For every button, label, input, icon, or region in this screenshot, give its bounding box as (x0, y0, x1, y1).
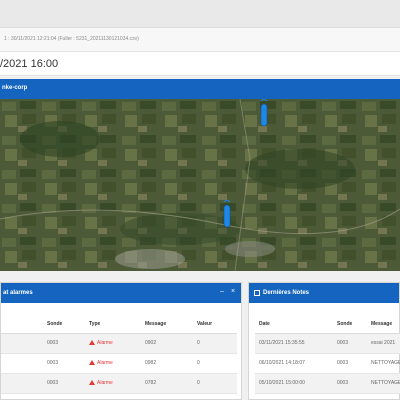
column-header-blank (1, 315, 43, 334)
notes-table: Date Sonde Message 03/11/2021 15:35:55 0… (255, 315, 400, 394)
satellite-map[interactable] (0, 99, 400, 271)
column-header: Sonde (43, 315, 85, 334)
sonde-cell: 0003 (333, 353, 367, 374)
message-cell: 0982 (141, 353, 193, 374)
close-icon[interactable]: × (231, 288, 235, 296)
top-bar (0, 0, 400, 28)
table-row[interactable]: 0003 Alarme 0902 0 (1, 333, 237, 354)
map-terrain (0, 99, 400, 271)
current-datetime: /2021 16:00 (0, 58, 59, 70)
warning-icon (89, 340, 95, 345)
column-header: Sonde (333, 315, 367, 334)
type-cell: Alarme (85, 353, 141, 374)
info-bar: 1 : 30/11/2021 12:21:04 (Fuller : 5231_2… (0, 28, 400, 52)
map-panel-title: nke-corp (2, 85, 28, 91)
message-cell: 0782 (141, 373, 193, 394)
warning-icon (89, 380, 95, 385)
type-cell: Alarme (85, 373, 141, 394)
valeur-cell: 0 (193, 333, 237, 354)
date-cell: 03/11/2021 15:35:55 (255, 333, 333, 354)
column-header: Valeur (193, 315, 237, 334)
notes-panel-title: Dernières Notes (263, 290, 310, 296)
alarms-table: Sonde Type Message Valeur 0003 Alarme 09… (1, 315, 237, 394)
message-cell: NETTOYAGE (367, 353, 400, 374)
date-bar: /2021 16:00 (0, 52, 400, 76)
notes-icon (254, 290, 260, 296)
column-header: Message (367, 315, 400, 334)
table-row[interactable]: 03/11/2021 15:35:55 0003 essai 2021 (255, 333, 400, 354)
minimize-icon[interactable]: – (220, 288, 224, 296)
message-cell: 0902 (141, 333, 193, 354)
table-row[interactable]: 06/10/2021 14:18:07 0003 NETTOYAGE (255, 353, 400, 374)
sonde-cell: 0003 (333, 333, 367, 354)
valeur-cell: 0 (193, 353, 237, 374)
table-row[interactable]: 0003 Alarme 0782 0 (1, 373, 237, 394)
table-row[interactable]: 0003 Alarme 0982 0 (1, 353, 237, 374)
column-header: Date (255, 315, 333, 334)
valeur-cell: 0 (193, 373, 237, 394)
notes-panel: Dernières Notes Date Sonde Message 03/11… (248, 282, 400, 400)
date-cell: 06/10/2021 14:18:07 (255, 353, 333, 374)
sonde-cell: 0003 (43, 353, 85, 374)
sonde-cell: 0003 (43, 373, 85, 394)
table-row[interactable]: 05/10/2021 15:00:00 0003 NETTOYAGE (255, 373, 400, 394)
sonde-cell: 0003 (333, 373, 367, 394)
type-cell: Alarme (85, 333, 141, 354)
column-header: Message (141, 315, 193, 334)
message-cell: NETTOYAGE (367, 373, 400, 394)
sensor-marker-south[interactable] (222, 200, 232, 228)
message-cell: essai 2021 (367, 333, 400, 354)
date-cell: 05/10/2021 15:00:00 (255, 373, 333, 394)
import-info-text: 1 : 30/11/2021 12:21:04 (Fuller : 5231_2… (4, 36, 139, 42)
warning-icon (89, 360, 95, 365)
sensor-marker-north[interactable] (259, 99, 269, 127)
alarms-panel: at alarmes – × Sonde Type Message Valeur… (0, 282, 242, 400)
alarms-panel-header: at alarmes – × (1, 283, 241, 303)
map-panel-header: nke-corp (0, 79, 400, 99)
column-header: Type (85, 315, 141, 334)
sonde-cell: 0003 (43, 333, 85, 354)
alarms-panel-title: at alarmes (3, 290, 33, 296)
notes-panel-header: Dernières Notes (249, 283, 399, 303)
